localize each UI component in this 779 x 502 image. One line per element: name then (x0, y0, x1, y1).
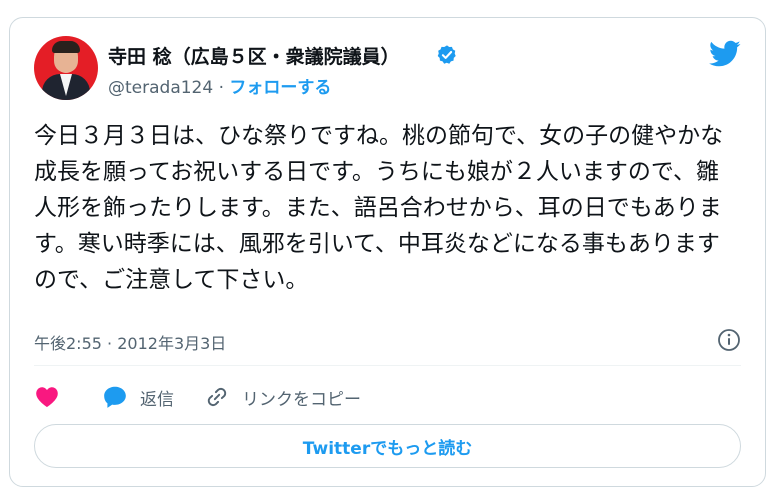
action-bar: 返信 リンクをコピー (34, 380, 391, 414)
heart-icon (36, 387, 58, 408)
like-button[interactable] (34, 384, 72, 410)
copy-link-label: リンクをコピー (242, 389, 361, 410)
handle-row: @terada124 · フォローする (108, 73, 331, 98)
link-icon (207, 387, 227, 407)
tweet-date: 2012年3月3日 (117, 334, 227, 353)
reply-bubble-icon (104, 386, 126, 408)
read-more-button[interactable]: Twitterでもっと読む (34, 424, 741, 468)
author-handle[interactable]: @terada124 (108, 78, 213, 98)
tweet-time: 午後2:55 (34, 334, 102, 353)
verified-badge-icon (437, 45, 456, 64)
avatar-hair (52, 41, 80, 53)
meta-separator: · (107, 334, 113, 353)
tweet-card: 寺田 稔（広島５区・衆議院議員） @terada124 · フォローする 今日３… (9, 17, 766, 487)
tweet-text: 今日３月３日は、ひな祭りですね。桃の節句で、女の子の健やかな成長を願ってお祝いす… (34, 123, 724, 293)
author-name[interactable]: 寺田 稔（広島５区・衆議院議員） (108, 42, 400, 69)
avatar[interactable] (34, 36, 98, 100)
info-icon[interactable] (717, 328, 741, 352)
divider (34, 365, 741, 366)
separator: · (218, 78, 224, 98)
reply-button[interactable]: 返信 (102, 384, 174, 410)
twitter-logo-icon[interactable] (709, 40, 741, 68)
timestamp[interactable]: 午後2:55 · 2012年3月3日 (34, 330, 226, 354)
reply-label: 返信 (140, 389, 174, 410)
copy-link-button[interactable]: リンクをコピー (204, 384, 361, 410)
follow-button[interactable]: フォローする (229, 78, 331, 98)
